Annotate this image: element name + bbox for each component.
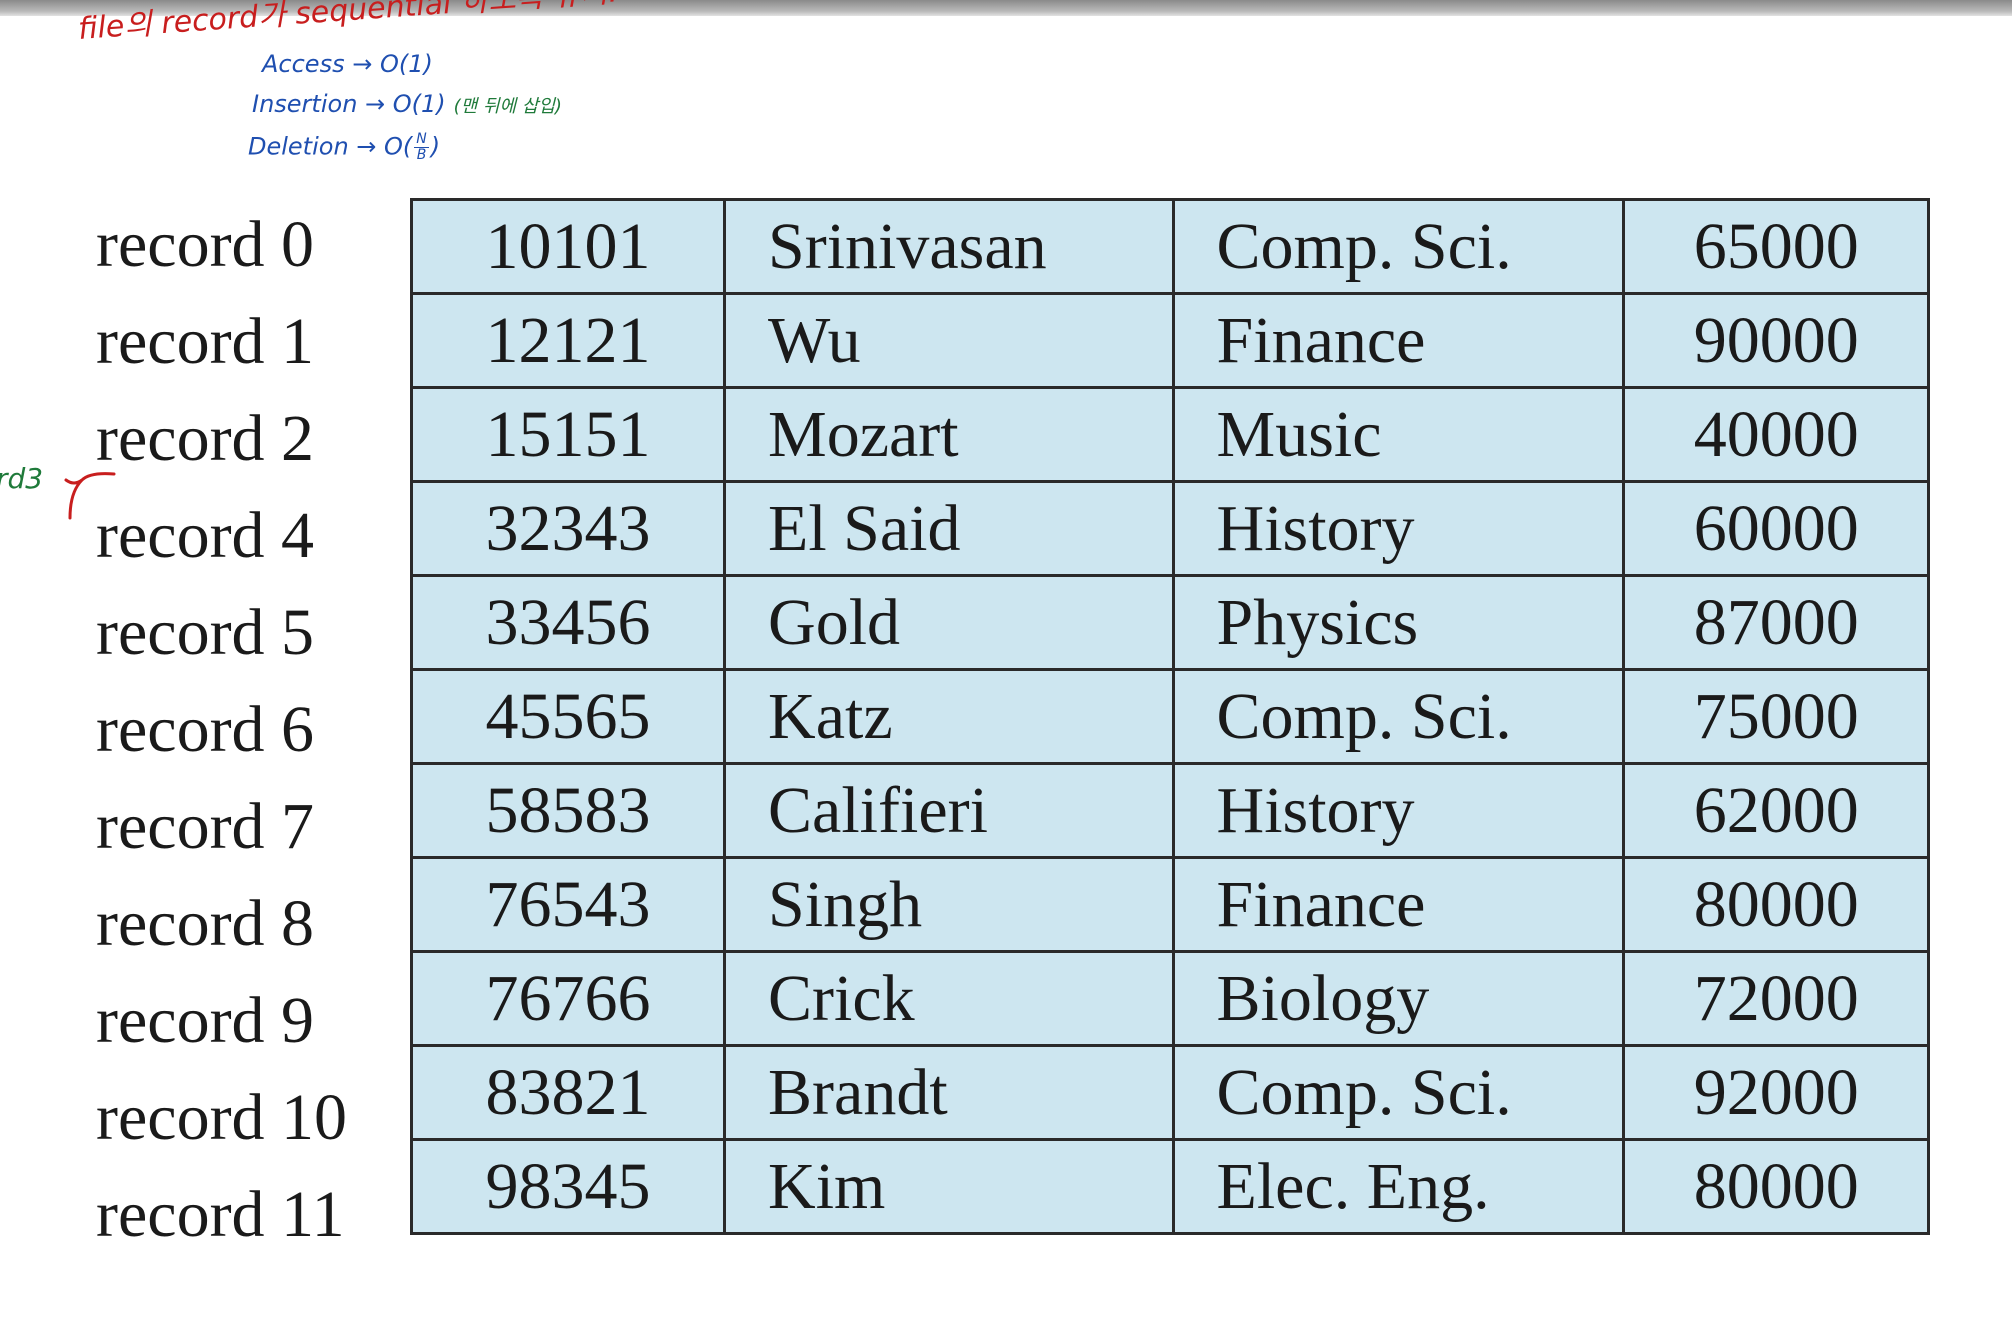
record-label: record 2 (96, 402, 315, 475)
salary-cell: 75000 (1622, 668, 1930, 765)
id-cell: 76543 (409, 856, 727, 953)
salary-cell: 72000 (1622, 950, 1930, 1047)
dept-cell: Comp. Sci. (1171, 668, 1626, 765)
dept-cell: Music (1171, 386, 1626, 483)
deletion-prefix: Deletion → O( (248, 132, 413, 161)
dept-cell: History (1171, 762, 1626, 859)
record-labels: record 0 record 1 record 2 record 4 reco… (96, 200, 347, 1267)
id-cell: 98345 (409, 1138, 727, 1235)
name-cell: Brandt (723, 1044, 1175, 1141)
handwritten-insertion-note: Insertion → O(1) (맨 뒤에 삽입) (252, 90, 562, 118)
salary-cell: 40000 (1622, 386, 1930, 483)
table-row: 58583 Califieri History 62000 (409, 762, 1930, 859)
id-cell: 12121 (409, 292, 727, 389)
dept-cell: History (1171, 480, 1626, 577)
name-cell: Califieri (723, 762, 1175, 859)
insertion-text: Insertion → O(1) (252, 90, 446, 118)
instructor-records-table: 10101 Srinivasan Comp. Sci. 65000 12121 … (409, 198, 1930, 1235)
record-label: record 0 (96, 208, 315, 281)
dept-cell: Physics (1171, 574, 1626, 671)
record-label: record 6 (96, 693, 315, 766)
id-cell: 15151 (409, 386, 727, 483)
salary-cell: 80000 (1622, 856, 1930, 953)
name-cell: El Said (723, 480, 1175, 577)
name-cell: Srinivasan (723, 198, 1175, 295)
deletion-fraction: NB (414, 131, 429, 163)
record-label: record 5 (96, 596, 315, 669)
table-row: 33456 Gold Physics 87000 (409, 574, 1930, 671)
id-cell: 33456 (409, 574, 727, 671)
handwritten-title-note: file의 record가 sequential 하도록 유지. (77, 0, 619, 47)
salary-cell: 90000 (1622, 292, 1930, 389)
id-cell: 58583 (409, 762, 727, 859)
record-label: record 11 (96, 1178, 345, 1251)
record-label: record 4 (96, 499, 315, 572)
dept-cell: Comp. Sci. (1171, 198, 1626, 295)
salary-cell: 65000 (1622, 198, 1930, 295)
id-cell: 10101 (409, 198, 727, 295)
handwritten-access-note: Access → O(1) (262, 50, 433, 78)
insertion-remark: (맨 뒤에 삽입) (453, 96, 562, 117)
handwritten-side-mark: rd3 (0, 462, 44, 495)
salary-cell: 80000 (1622, 1138, 1930, 1235)
table-row: 12121 Wu Finance 90000 (409, 292, 1930, 389)
salary-cell: 87000 (1622, 574, 1930, 671)
table-row: 83821 Brandt Comp. Sci. 92000 (409, 1044, 1930, 1141)
name-cell: Wu (723, 292, 1175, 389)
name-cell: Kim (723, 1138, 1175, 1235)
salary-cell: 62000 (1622, 762, 1930, 859)
dept-cell: Finance (1171, 292, 1626, 389)
record-label: record 1 (96, 305, 315, 378)
handwritten-deletion-note: Deletion → O(N B) (248, 132, 440, 163)
id-cell: 32343 (409, 480, 727, 577)
name-cell: Katz (723, 668, 1175, 765)
record-label: record 9 (96, 984, 315, 1057)
dept-cell: Comp. Sci. (1171, 1044, 1626, 1141)
table-row: 76766 Crick Biology 72000 (409, 950, 1930, 1047)
salary-cell: 60000 (1622, 480, 1930, 577)
fraction-denominator: B (416, 147, 427, 163)
table-row: 45565 Katz Comp. Sci. 75000 (409, 668, 1930, 765)
id-cell: 76766 (409, 950, 727, 1047)
access-text: Access → O(1) (262, 50, 433, 78)
table-row: 98345 Kim Elec. Eng. 80000 (409, 1138, 1930, 1235)
name-cell: Singh (723, 856, 1175, 953)
id-cell: 83821 (409, 1044, 727, 1141)
table-row: 76543 Singh Finance 80000 (409, 856, 1930, 953)
table-row: 15151 Mozart Music 40000 (409, 386, 1930, 483)
name-cell: Mozart (723, 386, 1175, 483)
name-cell: Gold (723, 574, 1175, 671)
record-label: record 8 (96, 887, 315, 960)
dept-cell: Elec. Eng. (1171, 1138, 1626, 1235)
record-label: record 10 (96, 1081, 348, 1154)
table-row: 32343 El Said History 60000 (409, 480, 1930, 577)
dept-cell: Biology (1171, 950, 1626, 1047)
table-row: 10101 Srinivasan Comp. Sci. 65000 (409, 198, 1930, 295)
name-cell: Crick (723, 950, 1175, 1047)
deletion-suffix: ) (430, 132, 441, 161)
record-label: record 7 (96, 790, 315, 863)
dept-cell: Finance (1171, 856, 1626, 953)
salary-cell: 92000 (1622, 1044, 1930, 1141)
id-cell: 45565 (409, 668, 727, 765)
fraction-numerator: N (414, 131, 429, 148)
